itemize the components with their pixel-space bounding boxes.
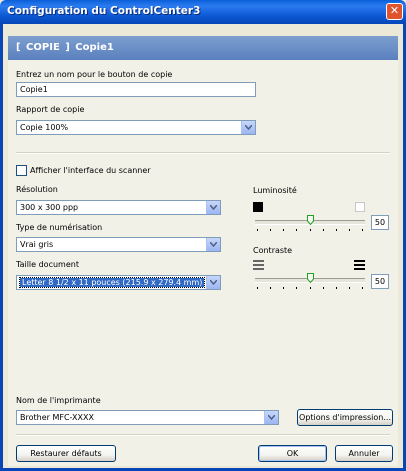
high-contrast-icon (354, 260, 365, 270)
scanner-interface-checkbox[interactable] (16, 165, 27, 176)
scanner-interface-label: Afficher l'interface du scanner (30, 166, 151, 175)
scan-type-label: Type de numérisation (16, 223, 103, 232)
copy-ratio-value: Copie 100% (20, 123, 69, 132)
brightness-value[interactable]: 50 (371, 215, 389, 230)
close-button[interactable]: ✕ (386, 3, 403, 20)
resolution-select[interactable]: 300 x 300 ppp (16, 200, 221, 215)
dark-icon (253, 202, 263, 212)
configuration-window: Configuration du ControlCenter3 ✕ [ COPI… (0, 0, 406, 471)
chevron-down-icon[interactable] (206, 238, 220, 251)
close-icon: ✕ (389, 4, 400, 17)
brightness-label: Luminosité (253, 186, 297, 195)
ok-button[interactable]: OK (258, 445, 327, 462)
contrast-value[interactable]: 50 (371, 274, 389, 289)
document-size-value: Letter 8 1/2 x 11 pouces (215.9 x 279.4 … (18, 277, 206, 288)
chevron-down-icon[interactable] (206, 201, 220, 214)
chevron-down-icon[interactable] (206, 276, 220, 289)
copy-name-input[interactable]: Copie1 (16, 82, 256, 97)
divider (16, 152, 390, 154)
section-title: [ COPIE ] Copie1 (16, 42, 114, 53)
scan-type-value: Vrai gris (20, 240, 54, 249)
resolution-label: Résolution (16, 185, 58, 194)
chevron-down-icon[interactable] (264, 411, 278, 424)
chevron-down-icon[interactable] (241, 121, 255, 134)
scan-type-select[interactable]: Vrai gris (16, 237, 221, 252)
settings-panel: Entrez un nom pour le bouton de copie Co… (8, 60, 398, 466)
contrast-label: Contraste (253, 246, 293, 255)
footer-divider (16, 434, 390, 436)
brightness-slider-thumb[interactable] (307, 215, 314, 225)
section-header: [ COPIE ] Copie1 (8, 36, 398, 60)
copy-ratio-label: Rapport de copie (16, 105, 85, 114)
copy-name-value: Copie1 (20, 85, 48, 94)
copy-ratio-select[interactable]: Copie 100% (16, 120, 256, 135)
window-title: Configuration du ControlCenter3 (7, 5, 201, 17)
copy-name-label: Entrez un nom pour le bouton de copie (16, 70, 173, 79)
light-icon (355, 202, 365, 212)
document-size-select[interactable]: Letter 8 1/2 x 11 pouces (215.9 x 279.4 … (16, 275, 221, 290)
printer-label: Nom de l'imprimante (16, 396, 101, 405)
low-contrast-icon (253, 260, 264, 270)
printer-select[interactable]: Brother MFC-XXXX (16, 410, 279, 425)
printer-value: Brother MFC-XXXX (20, 413, 94, 422)
contrast-slider-thumb[interactable] (307, 273, 314, 283)
title-bar[interactable]: Configuration du ControlCenter3 ✕ (0, 0, 406, 24)
print-options-button[interactable]: Options d'impression... (297, 409, 393, 426)
cancel-button[interactable]: Annuler (335, 445, 393, 462)
restore-defaults-button[interactable]: Restaurer défauts (16, 445, 116, 462)
resolution-value: 300 x 300 ppp (20, 203, 79, 212)
document-size-label: Taille document (16, 260, 79, 269)
